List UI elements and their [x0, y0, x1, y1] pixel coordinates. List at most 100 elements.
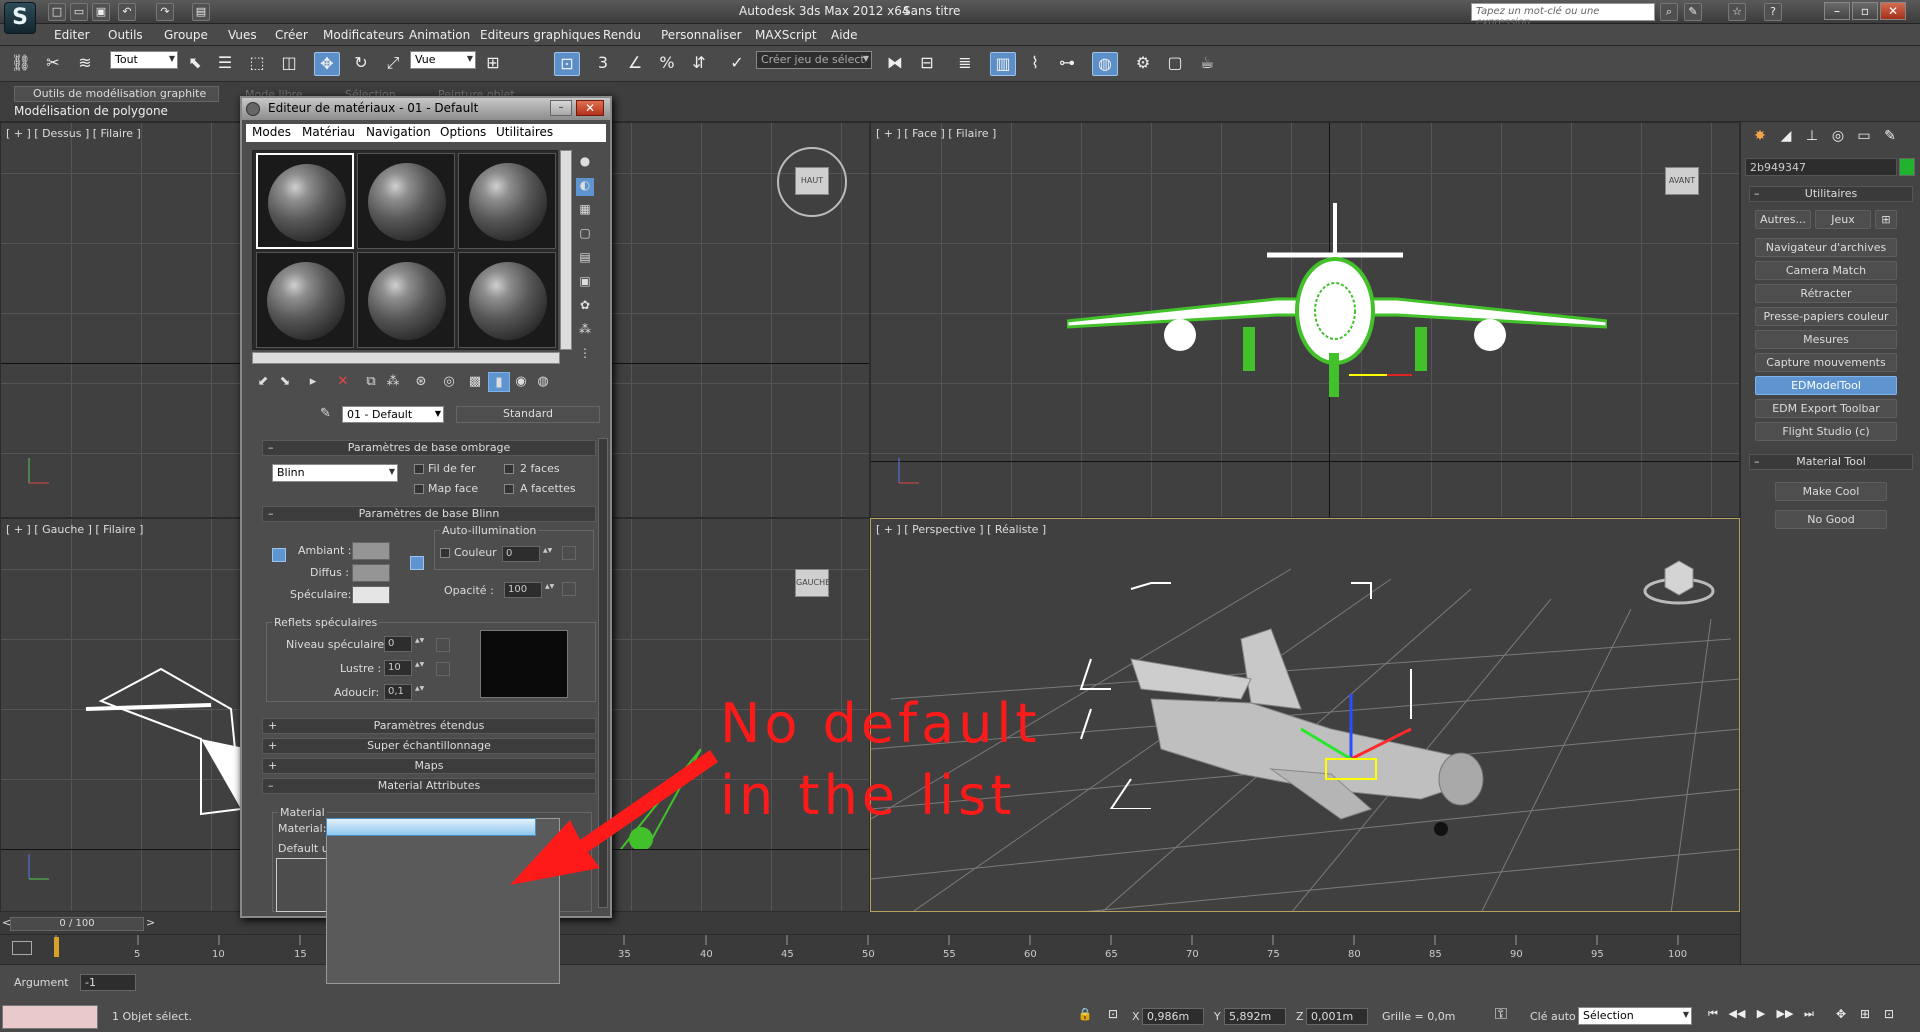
rectangle-selection-icon[interactable]: ⬚ — [244, 52, 270, 76]
opacity-map-button[interactable] — [562, 582, 576, 596]
utility-camera-match[interactable]: Camera Match — [1755, 261, 1897, 280]
go-forward-sibling-icon[interactable]: ◍ — [532, 372, 554, 392]
glossiness-spinner[interactable]: 10 — [384, 660, 421, 676]
snap-3d-icon[interactable]: 3 — [590, 52, 616, 76]
put-to-scene-icon[interactable]: ⬊ — [274, 372, 296, 392]
viewport-top-label[interactable]: [ + ] [ Dessus ] [ Filaire ] — [6, 127, 141, 140]
argument-field[interactable]: -1 — [80, 974, 136, 991]
time-slider-next[interactable]: > — [146, 916, 155, 929]
redo-icon[interactable]: ↷ — [156, 3, 174, 21]
goto-end-icon[interactable]: ⏭ — [1796, 1003, 1822, 1027]
pivot-center-icon[interactable]: ⊞ — [480, 52, 506, 76]
backlight-icon[interactable]: ◐ — [576, 178, 594, 196]
undo-icon[interactable]: ↶ — [118, 3, 136, 21]
open-file-icon[interactable]: ▭ — [70, 3, 88, 21]
rotate-icon[interactable]: ↻ — [348, 52, 374, 76]
graphite-toggle-icon[interactable]: ▥ — [990, 52, 1016, 76]
percent-snap-icon[interactable]: % — [654, 52, 680, 76]
utilities-rollout-header[interactable]: – Utilitaires — [1749, 186, 1913, 202]
make-unique-icon[interactable]: ⁂ — [382, 372, 404, 392]
spec-level-spinner[interactable]: 0 — [384, 636, 421, 652]
viewport-perspective-label[interactable]: [ + ] [ Perspective ] [ Réaliste ] — [876, 523, 1046, 536]
sample-slot[interactable] — [256, 153, 354, 249]
display-tab-icon[interactable]: ▭ — [1853, 128, 1875, 148]
viewport-front-label[interactable]: [ + ] [ Face ] [ Filaire ] — [876, 127, 996, 140]
self-illum-color-checkbox[interactable] — [440, 548, 450, 558]
hierarchy-tab-icon[interactable]: ⊥ — [1801, 128, 1823, 148]
ribbon-tab-graphite[interactable]: Outils de modélisation graphite — [14, 86, 219, 102]
get-material-icon[interactable]: ⬋ — [252, 372, 274, 392]
select-by-name-icon[interactable]: ☰ — [212, 52, 238, 76]
menu-help[interactable]: Aide — [831, 28, 858, 42]
create-tab-icon[interactable]: ✸ — [1749, 128, 1771, 148]
link-icon[interactable]: ⛓ — [8, 52, 34, 76]
x-coordinate-field[interactable]: 0,986m — [1142, 1008, 1204, 1025]
sample-slot[interactable] — [357, 252, 455, 348]
bind-spacewarp-icon[interactable]: ≋ — [72, 52, 98, 76]
modify-tab-icon[interactable]: ◢ — [1775, 128, 1797, 148]
self-illum-spinner[interactable]: 0 — [502, 546, 549, 562]
project-folder-icon[interactable]: ▤ — [192, 3, 210, 21]
glossiness-map-button[interactable] — [436, 662, 450, 676]
align-icon[interactable]: ⊟ — [914, 52, 940, 76]
search-input[interactable]: Tapez un mot-clé ou une expression — [1471, 3, 1655, 28]
render-production-icon[interactable]: ☕ — [1194, 52, 1220, 76]
shading-rollout-header[interactable]: – Paramètres de base ombrage — [262, 440, 596, 456]
frame-counter[interactable]: 0 / 100 — [10, 917, 144, 931]
utility-motion-capture[interactable]: Capture mouvements — [1755, 353, 1897, 372]
video-color-check-icon[interactable]: ▤ — [576, 250, 594, 268]
diffuse-map-button[interactable] — [410, 556, 424, 570]
me-menu-navigation[interactable]: Navigation — [366, 125, 431, 139]
menu-group[interactable]: Groupe — [164, 28, 208, 42]
material-editor-titlebar[interactable]: Editeur de matériaux - 01 - Default – ✕ — [242, 98, 610, 120]
prev-frame-icon[interactable]: ◀◀ — [1724, 1003, 1750, 1027]
reset-map-icon[interactable]: ✕ — [332, 372, 354, 392]
absolute-mode-icon[interactable]: ⊡ — [1100, 1003, 1126, 1027]
menu-render[interactable]: Rendu — [603, 28, 641, 42]
blinn-rollout-header[interactable]: – Paramètres de base Blinn — [262, 506, 596, 522]
named-selection-dropdown[interactable]: Créer jeu de sélect — [756, 51, 872, 69]
menu-tools[interactable]: Outils — [108, 28, 143, 42]
menu-create[interactable]: Créer — [275, 28, 308, 42]
viewport-left-label[interactable]: [ + ] [ Gauche ] [ Filaire ] — [6, 523, 143, 536]
viewcube-front[interactable]: AVANT — [1665, 167, 1699, 195]
app-logo-icon[interactable]: S — [4, 2, 36, 34]
sets-button[interactable]: Jeux — [1815, 210, 1871, 229]
utility-edm-export-toolbar[interactable]: EDM Export Toolbar — [1755, 399, 1897, 418]
material-editor-icon[interactable]: ◍ — [1092, 52, 1118, 76]
time-cursor[interactable] — [54, 937, 59, 957]
material-tool-rollout-header[interactable]: – Material Tool — [1749, 454, 1913, 470]
menu-modifiers[interactable]: Modificateurs — [323, 28, 404, 42]
motion-tab-icon[interactable]: ◎ — [1827, 128, 1849, 148]
favorites-icon[interactable]: ☆ — [1728, 3, 1746, 21]
utility-color-clipboard[interactable]: Presse-papiers couleur — [1755, 307, 1897, 326]
self-illum-map-button[interactable] — [562, 546, 576, 560]
wire-checkbox[interactable] — [414, 464, 424, 474]
sample-slot[interactable] — [357, 153, 455, 249]
next-frame-icon[interactable]: ▶▶ — [1772, 1003, 1798, 1027]
y-coordinate-field[interactable]: 5,892m — [1224, 1008, 1286, 1025]
assign-to-selection-icon[interactable]: ▸ — [302, 372, 324, 392]
me-menu-modes[interactable]: Modes — [252, 125, 291, 139]
layer-manager-icon[interactable]: ≣ — [952, 52, 978, 76]
key-filter-dropdown[interactable]: Sélection — [1578, 1007, 1692, 1025]
soften-spinner[interactable]: 0,1 — [384, 684, 421, 700]
me-menu-options[interactable]: Options — [440, 125, 486, 139]
viewcube-perspective[interactable] — [1641, 549, 1717, 609]
material-editor-minimize-button[interactable]: – — [550, 100, 572, 116]
z-coordinate-field[interactable]: 0,001m — [1306, 1008, 1368, 1025]
zoom-extents-icon[interactable]: ✥ — [1828, 1003, 1854, 1027]
menu-graph-editors[interactable]: Editeurs graphiques — [480, 28, 601, 42]
lock-ambient-diffuse-icon[interactable] — [272, 548, 286, 562]
two-sided-checkbox[interactable] — [504, 464, 514, 474]
show-map-icon[interactable]: ▩ — [464, 372, 486, 392]
spinner-snap-icon[interactable]: ⇵ — [686, 52, 712, 76]
close-button[interactable]: ✕ — [1880, 2, 1906, 20]
extended-params-rollout-header[interactable]: + Paramètres étendus — [262, 718, 596, 734]
sample-slot[interactable] — [458, 153, 556, 249]
help-icon[interactable]: ? — [1764, 3, 1782, 21]
select-by-material-icon[interactable]: ⁂ — [576, 322, 594, 340]
orbit-icon[interactable]: ⊡ — [1876, 1003, 1902, 1027]
object-color-swatch[interactable] — [1899, 158, 1915, 176]
rendered-frame-icon[interactable]: ▢ — [1162, 52, 1188, 76]
